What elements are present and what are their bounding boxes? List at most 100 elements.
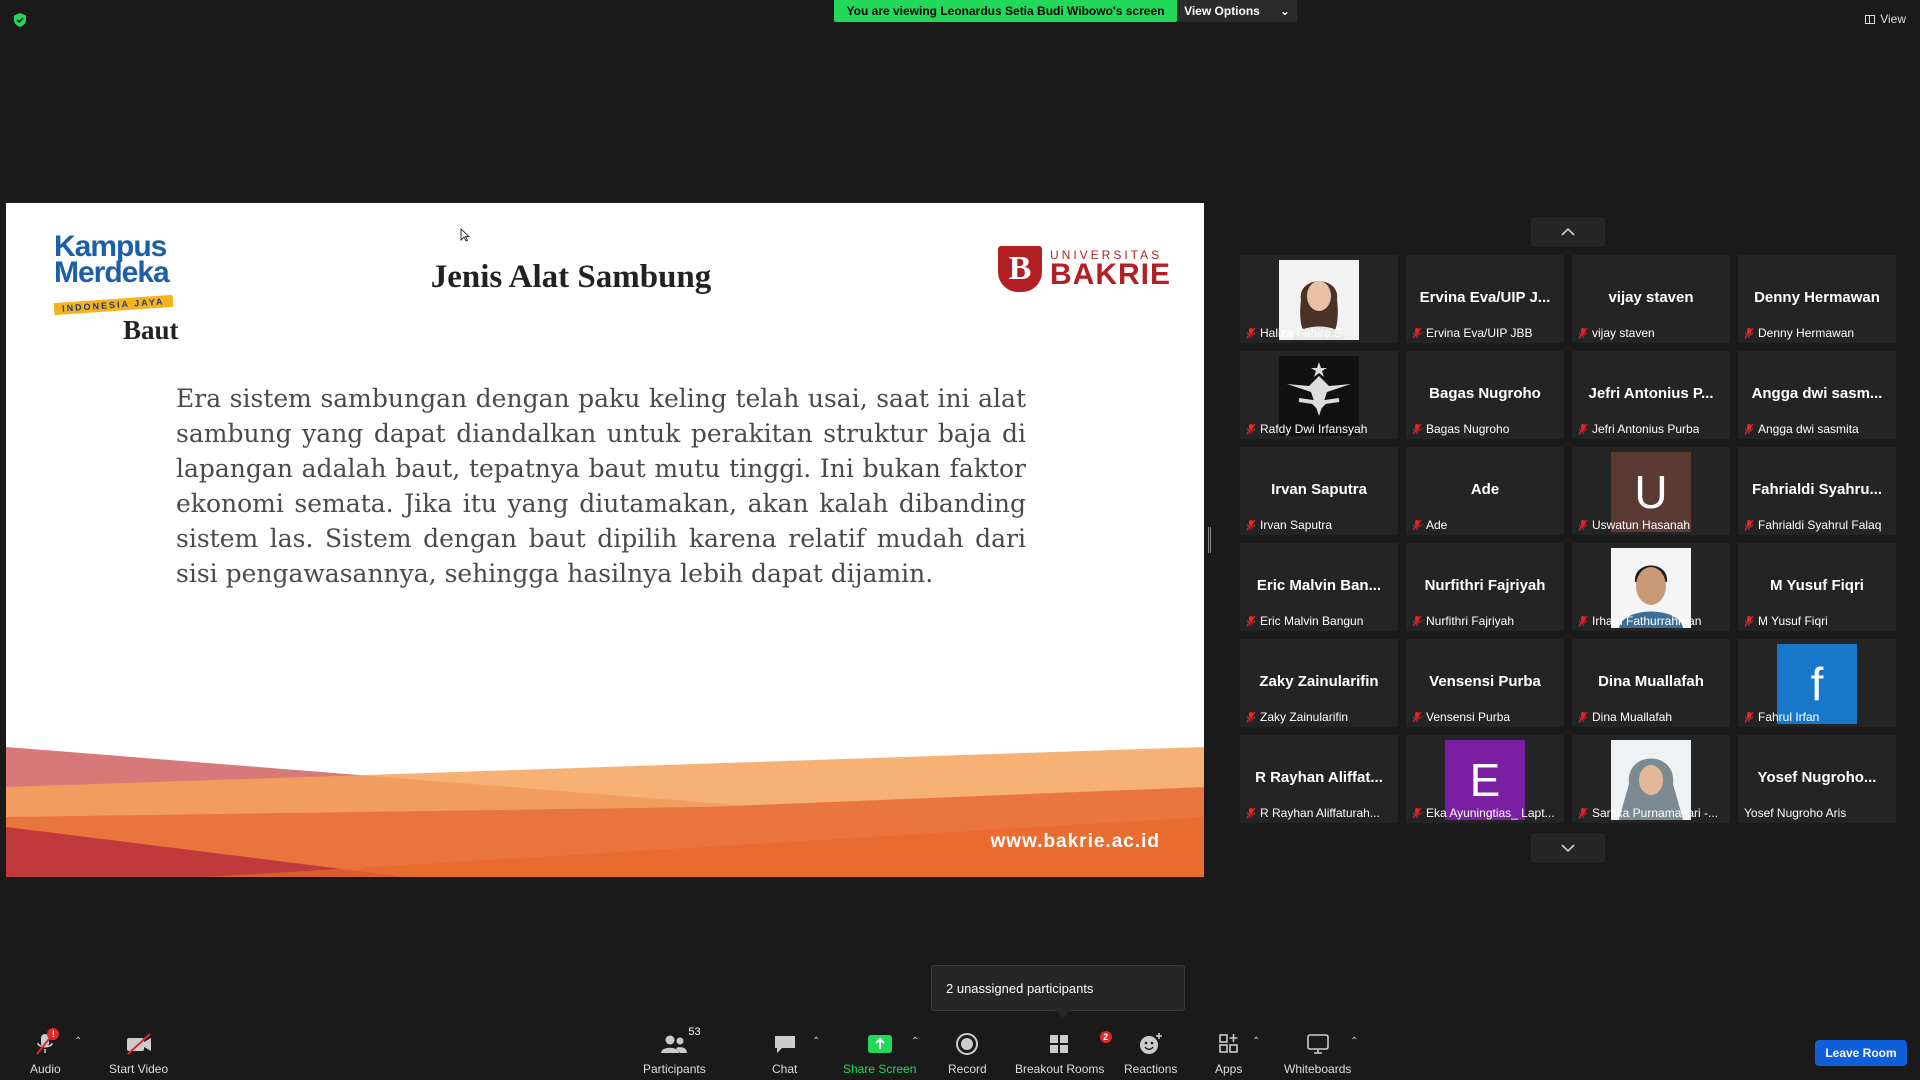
participant-tile[interactable]: vijay staven vijay staven <box>1572 255 1730 343</box>
whiteboards-button[interactable]: Whiteboards <box>1284 1032 1351 1076</box>
participant-tile[interactable]: Angga dwi sasm... Angga dwi sasmita <box>1738 351 1896 439</box>
participant-tile[interactable]: U Uswatun Hasanah <box>1572 447 1730 535</box>
participant-name-label: Yosef Nugroho Aris <box>1744 806 1892 820</box>
participant-name-label: Ade <box>1412 518 1560 532</box>
split-divider-handle[interactable] <box>1208 527 1211 553</box>
muted-mic-icon <box>1744 327 1754 339</box>
leave-room-button[interactable]: Leave Room <box>1815 1040 1907 1066</box>
muted-mic-icon <box>1246 423 1256 435</box>
participant-tile[interactable]: Ade Ade <box>1406 447 1564 535</box>
participant-name-label: M Yusuf Fiqri <box>1744 614 1892 628</box>
participant-tile[interactable]: Fahrialdi Syahru... Fahrialdi Syahrul Fal… <box>1738 447 1896 535</box>
start-video-button[interactable]: Start Video <box>109 1032 168 1076</box>
breakout-rooms-icon <box>1049 1035 1068 1053</box>
participant-tile[interactable]: Haliza Fahira S <box>1240 255 1398 343</box>
participant-name: Fahrul Irfan <box>1758 710 1820 724</box>
view-label: View <box>1880 12 1906 26</box>
apps-label: Apps <box>1215 1062 1243 1076</box>
participant-tile[interactable]: Bagas Nugroho Bagas Nugroho <box>1406 351 1564 439</box>
reactions-smiley-icon <box>1139 1033 1162 1054</box>
participant-name: Haliza Fahira S <box>1260 326 1343 340</box>
chat-options-caret-icon[interactable]: ⌃ <box>812 1036 820 1047</box>
participant-tile[interactable]: Zaky Zainularifin Zaky Zainularifin <box>1240 639 1398 727</box>
reactions-button[interactable]: Reactions <box>1124 1032 1177 1076</box>
participant-tile[interactable]: Irham Fathurrahman <box>1572 543 1730 631</box>
participant-name: Jefri Antonius Purba <box>1592 422 1700 436</box>
participant-name-label: Rafdy Dwi Irfansyah <box>1246 422 1394 436</box>
reactions-label: Reactions <box>1124 1062 1178 1076</box>
participant-name: Sartika Purnamasari -... <box>1592 806 1719 820</box>
participant-name-label: Nurfithri Fajriyah <box>1412 614 1560 628</box>
audio-options-caret-icon[interactable]: ⌃ <box>74 1036 82 1047</box>
participants-label: Participants <box>643 1062 706 1076</box>
muted-mic-icon <box>1578 327 1588 339</box>
unassigned-participants-tooltip: 2 unassigned participants <box>931 965 1185 1018</box>
chat-button[interactable]: Chat <box>772 1032 797 1076</box>
muted-mic-icon <box>1578 519 1588 531</box>
participant-tile[interactable]: Jefri Antonius P... Jefri Antonius Purba <box>1572 351 1730 439</box>
participant-name: Irham Fathurrahman <box>1592 614 1702 628</box>
participant-display-name: Dina Muallafah <box>1598 673 1704 690</box>
participant-display-name: Yosef Nugroho... <box>1757 769 1877 786</box>
muted-mic-icon <box>1744 615 1754 627</box>
gallery-next-button[interactable] <box>1531 833 1605 863</box>
muted-mic-icon <box>1246 615 1256 627</box>
participant-name: Angga dwi sasmita <box>1758 422 1859 436</box>
viewing-screen-banner: You are viewing Leonardus Setia Budi Wib… <box>834 0 1177 22</box>
participant-display-name: Denny Hermawan <box>1754 289 1880 306</box>
participants-icon <box>661 1035 688 1053</box>
share-options-caret-icon[interactable]: ⌃ <box>911 1036 919 1047</box>
participant-tile[interactable]: Nurfithri Fajriyah Nurfithri Fajriyah <box>1406 543 1564 631</box>
participant-name-label: Eric Malvin Bangun <box>1246 614 1394 628</box>
participant-tile[interactable]: Eric Malvin Ban... Eric Malvin Bangun <box>1240 543 1398 631</box>
participant-name: Ade <box>1426 518 1448 532</box>
participants-button[interactable]: 53 Participants <box>643 1026 706 1076</box>
participant-display-name: Irvan Saputra <box>1271 481 1367 498</box>
participant-name-label: Dina Muallafah <box>1578 710 1726 724</box>
participant-tile[interactable]: Irvan Saputra Irvan Saputra <box>1240 447 1398 535</box>
participant-name: Ervina Eva/UIP JBB <box>1426 326 1533 340</box>
breakout-rooms-button[interactable]: 2 Breakout Rooms <box>1015 1031 1112 1076</box>
chat-label: Chat <box>772 1062 798 1076</box>
view-options-button[interactable]: View Options ⌄ <box>1177 0 1297 22</box>
participant-name: Vensensi Purba <box>1426 710 1511 724</box>
view-button[interactable]: View <box>1865 12 1906 26</box>
slide-website-url: www.bakrie.ac.id <box>990 831 1160 852</box>
logo-tagline: INDONESIA JAYA <box>53 294 173 316</box>
record-button[interactable]: Record <box>948 1032 987 1076</box>
participant-tile[interactable]: Ervina Eva/UIP J... Ervina Eva/UIP JBB <box>1406 255 1564 343</box>
gallery-prev-button[interactable] <box>1531 217 1605 247</box>
participant-tile[interactable]: M Yusuf Fiqri M Yusuf Fiqri <box>1738 543 1896 631</box>
participant-tile[interactable]: Vensensi Purba Vensensi Purba <box>1406 639 1564 727</box>
apps-options-caret-icon[interactable]: ⌃ <box>1252 1036 1260 1047</box>
participant-name: Rafdy Dwi Irfansyah <box>1260 422 1368 436</box>
slide-body-text: Era sistem sambungan dengan paku keling … <box>176 384 1026 588</box>
participant-display-name: R Rayhan Aliffat... <box>1255 769 1383 786</box>
participant-name: Denny Hermawan <box>1758 326 1855 340</box>
participant-tile[interactable]: Dina Muallafah Dina Muallafah <box>1572 639 1730 727</box>
participant-tile[interactable]: f Fahrul Irfan <box>1738 639 1896 727</box>
slide-footer-wave <box>6 747 1204 877</box>
muted-mic-icon <box>1412 423 1422 435</box>
participant-tile[interactable]: R Rayhan Aliffat... R Rayhan Aliffaturah.… <box>1240 735 1398 823</box>
share-screen-button[interactable]: Share Screen <box>843 1032 916 1076</box>
mouse-cursor-icon <box>460 228 470 242</box>
participant-tile[interactable]: Denny Hermawan Denny Hermawan <box>1738 255 1896 343</box>
participant-tile[interactable]: Rafdy Dwi Irfansyah <box>1240 351 1398 439</box>
security-shield-icon[interactable] <box>12 12 28 28</box>
participant-tile[interactable]: Yosef Nugroho... Yosef Nugroho Aris <box>1738 735 1896 823</box>
participant-name: Dina Muallafah <box>1592 710 1673 724</box>
apps-button[interactable]: Apps <box>1215 1032 1242 1076</box>
muted-mic-icon <box>1744 423 1754 435</box>
participant-name-label: Angga dwi sasmita <box>1744 422 1892 436</box>
participant-name-label: R Rayhan Aliffaturah... <box>1246 806 1394 820</box>
muted-mic-icon <box>1246 519 1256 531</box>
audio-button[interactable]: ! Audio <box>30 1028 61 1076</box>
participant-tile[interactable]: E Eka Ayuningtias_ Lapt... <box>1406 735 1564 823</box>
participant-tile[interactable]: Sartika Purnamasari -... <box>1572 735 1730 823</box>
breakout-rooms-badge: 2 <box>1099 1031 1112 1043</box>
chevron-down-icon: ⌄ <box>1279 4 1290 18</box>
whiteboards-options-caret-icon[interactable]: ⌃ <box>1350 1036 1358 1047</box>
shared-screen-slide: Kampus Merdeka INDONESIA JAYA Jenis Alat… <box>6 203 1204 877</box>
muted-mic-icon <box>1744 711 1754 723</box>
